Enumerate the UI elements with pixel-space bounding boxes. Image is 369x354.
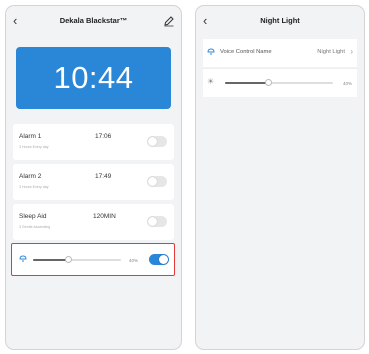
sleep-aid-card[interactable]: Sleep Aid 3 Gentle Ascending 120MIN: [13, 204, 174, 240]
edit-icon[interactable]: [163, 15, 175, 27]
voice-control-row[interactable]: Voice Control Name Night Light ›: [203, 39, 357, 67]
brightness-percent: 40%: [129, 258, 139, 263]
alarm-2-toggle[interactable]: [147, 176, 167, 187]
chevron-right-icon: ›: [350, 47, 353, 56]
sleep-aid-sub: 3 Gentle Ascending: [19, 225, 51, 229]
page-title: Night Light: [260, 16, 300, 25]
alarm-name: Alarm 1: [19, 133, 42, 140]
sleep-aid-name: Sleep Aid: [19, 213, 47, 220]
alarm-card-1[interactable]: Alarm 1 3 Hours Every day 17:06: [13, 124, 174, 160]
header: ‹ Dekala Blackstar™: [6, 6, 181, 36]
night-light-card[interactable]: 40%: [11, 243, 175, 276]
alarm-time: 17:49: [95, 173, 112, 180]
night-light-toggle[interactable]: [149, 254, 169, 265]
back-icon[interactable]: ‹: [203, 13, 215, 29]
bulb-icon: [19, 255, 27, 262]
brightness-slider[interactable]: [225, 79, 333, 86]
sleep-aid-toggle[interactable]: [147, 216, 167, 227]
night-light-slider[interactable]: [33, 256, 121, 263]
night-light-screen: ‹ Night Light Voice Control Name Night L…: [195, 5, 365, 350]
back-icon[interactable]: ‹: [13, 13, 25, 29]
alarm-clock-screen: ‹ Dekala Blackstar™ 10:44 Alarm 1 3 Hour…: [5, 5, 182, 350]
alarm-time: 17:06: [95, 133, 112, 140]
clock-display: 10:44: [16, 47, 171, 109]
sun-icon: ☀: [207, 77, 215, 86]
header: ‹ Night Light: [196, 6, 364, 36]
alarm-repeat: 3 Hours Every day: [19, 185, 49, 189]
alarm-name: Alarm 2: [19, 173, 42, 180]
alarm-1-toggle[interactable]: [147, 136, 167, 147]
bulb-icon: [207, 48, 215, 55]
brightness-percent: 40%: [343, 81, 353, 86]
sleep-aid-duration: 120MIN: [93, 213, 116, 220]
device-title: Dekala Blackstar™: [59, 16, 128, 25]
alarm-card-2[interactable]: Alarm 2 3 Hours Every day 17:49: [13, 164, 174, 200]
voice-control-value: Night Light: [317, 49, 345, 55]
voice-control-label: Voice Control Name: [220, 49, 272, 55]
brightness-row: ☀ 40%: [203, 68, 357, 97]
slider-thumb[interactable]: [265, 79, 272, 86]
alarm-repeat: 3 Hours Every day: [19, 145, 49, 149]
slider-thumb[interactable]: [65, 256, 72, 263]
